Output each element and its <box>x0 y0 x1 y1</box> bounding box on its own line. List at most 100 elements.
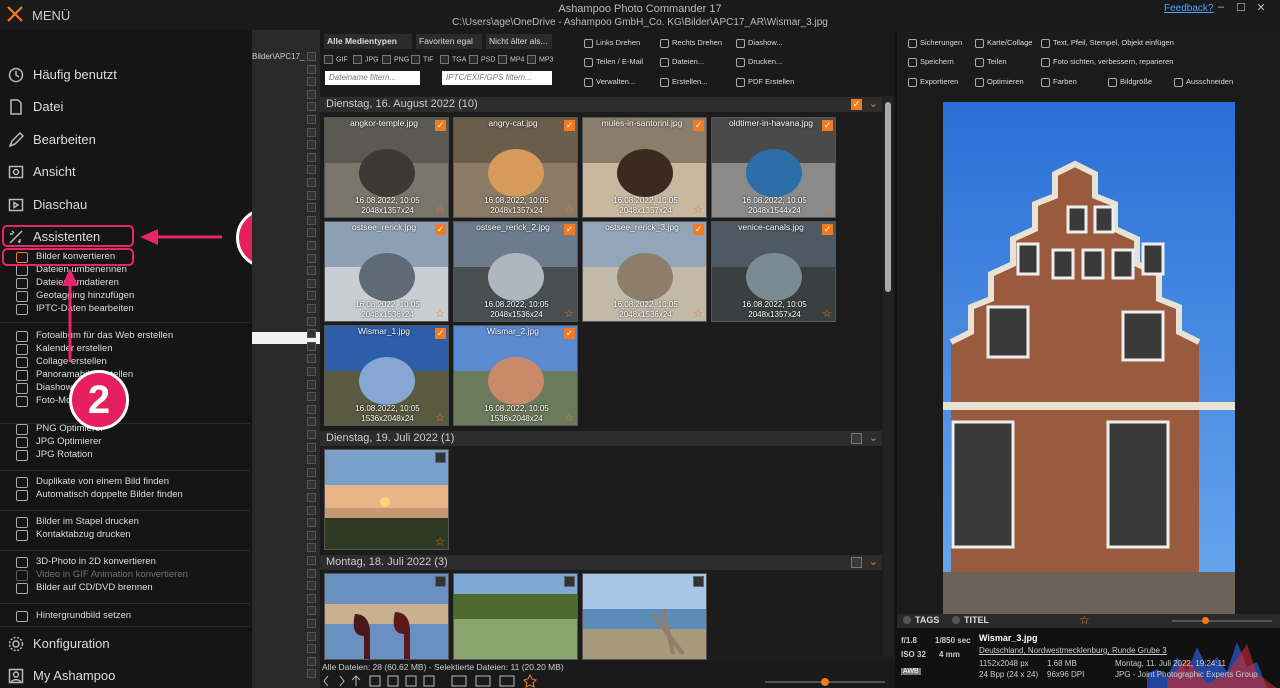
status-toolbar-icons[interactable] <box>322 674 552 688</box>
folder-checkbox[interactable] <box>307 178 316 187</box>
group-checkbox[interactable] <box>851 557 862 568</box>
type-tga[interactable]: TGA <box>440 55 466 64</box>
favorite-star-icon[interactable]: ☆ <box>435 203 445 216</box>
folder-checkbox[interactable] <box>307 417 316 427</box>
assistant-item[interactable]: Bilder im Stapel drucken <box>16 516 246 529</box>
folder-checkbox[interactable] <box>307 341 316 351</box>
type-mp3[interactable]: MP3 <box>527 55 553 64</box>
folder-checkbox[interactable] <box>307 266 316 276</box>
folder-checkbox[interactable] <box>307 115 316 124</box>
thumbnail-checkbox[interactable]: ✓ <box>564 120 575 131</box>
folder-checkbox[interactable] <box>307 568 316 578</box>
image-size-button[interactable]: Bildgröße <box>1108 77 1152 87</box>
favorite-star-icon[interactable]: ☆ <box>822 307 832 320</box>
optimize-button[interactable]: Optimieren <box>975 77 1024 87</box>
assistant-item[interactable]: Duplikate von einem Bild finden <box>16 476 246 489</box>
preview-image[interactable] <box>943 102 1235 614</box>
favorite-star-icon[interactable]: ☆ <box>564 203 574 216</box>
favorite-star-icon[interactable]: ☆ <box>435 411 445 424</box>
folder-checkbox[interactable] <box>307 669 316 679</box>
assistant-item[interactable]: JPG Rotation <box>16 449 246 462</box>
thumb-lagoon[interactable] <box>453 573 578 660</box>
share-email-button[interactable]: Teilen / E-Mail <box>584 57 643 67</box>
zoom-slider[interactable] <box>765 678 885 686</box>
thumbnail[interactable]: ostsee_rerick_3.jpg 16.08.2022, 10:05 2048… <box>582 221 707 322</box>
thumbnail-checkbox[interactable]: ✓ <box>564 224 575 235</box>
folder-checkbox[interactable] <box>307 480 316 490</box>
folder-checkbox[interactable] <box>307 530 316 540</box>
folder-checkbox[interactable] <box>307 467 316 477</box>
thumb-wine[interactable] <box>324 573 449 660</box>
thumb-driftwood[interactable] <box>582 573 707 660</box>
menu-ansicht[interactable]: Ansicht <box>0 161 250 183</box>
folder-checkbox[interactable] <box>307 329 316 339</box>
folder-checkbox[interactable] <box>307 631 316 641</box>
folder-checkbox[interactable] <box>307 619 316 628</box>
feedback-link[interactable]: Feedback? <box>1164 3 1213 14</box>
filename-filter-input[interactable]: Dateiname filtern... <box>325 71 420 85</box>
age-select[interactable]: Nicht älter als... <box>486 34 552 49</box>
assistant-item[interactable]: Panoramabild erstellen <box>16 369 246 382</box>
thumbnail-checkbox[interactable]: ✓ <box>822 224 833 235</box>
type-mp4[interactable]: MP4 <box>498 55 524 64</box>
map-collage-button[interactable]: Karte/Collage <box>975 38 1032 48</box>
thumb-sunset[interactable]: ☆ <box>324 449 449 550</box>
menu-haeufig[interactable]: Häufig benutzt <box>0 64 250 86</box>
folder-checkbox[interactable] <box>307 152 316 162</box>
thumbnail[interactable]: venice-canals.jpg 16.08.2022, 10:05 2048x1… <box>711 221 836 322</box>
thumbnail-checkbox[interactable]: ✓ <box>693 224 704 235</box>
folder-checkbox[interactable] <box>307 228 316 238</box>
assistant-item[interactable]: Fotoalbum für das Web erstellen <box>16 330 246 343</box>
group-checkbox[interactable] <box>851 433 862 444</box>
folder-checkbox[interactable] <box>307 644 316 654</box>
folder-checkbox[interactable] <box>307 493 316 502</box>
favorite-star-icon[interactable]: ☆ <box>822 203 832 216</box>
menu-my-ashampoo[interactable]: My Ashampoo <box>0 665 250 687</box>
folder-checkbox[interactable] <box>307 442 316 452</box>
assistant-item[interactable]: Diashow erstellen <box>16 382 246 395</box>
files-button[interactable]: Dateien... <box>660 57 704 67</box>
thumbnail-checkbox[interactable]: ✓ <box>435 120 446 131</box>
maximize-button[interactable]: ☐ <box>1232 1 1250 14</box>
assistant-item[interactable]: Dateien umdatieren <box>16 277 246 290</box>
share-button[interactable]: Teilen <box>975 57 1007 67</box>
folder-checkbox[interactable] <box>307 581 316 591</box>
folder-checkbox[interactable] <box>307 556 316 565</box>
folder-checkbox[interactable] <box>307 278 316 288</box>
folder-checkbox[interactable] <box>307 165 316 175</box>
thumbnail[interactable]: oldtimer-in-havana.jpg 16.08.2022, 10:05 2… <box>711 117 836 218</box>
chevron-down-icon[interactable]: ⌄ <box>869 431 878 444</box>
thumbnail-checkbox[interactable]: ✓ <box>564 328 575 339</box>
folder-checkbox[interactable] <box>307 291 316 301</box>
folder-checkbox[interactable] <box>307 89 316 99</box>
backups-button[interactable]: Sicherungen <box>908 38 962 48</box>
assistant-item[interactable]: Foto-Mosaik erstellen <box>16 395 246 408</box>
group-checkbox[interactable]: ✓ <box>851 99 862 110</box>
folder-checkbox[interactable] <box>307 455 316 465</box>
folder-checkbox[interactable] <box>307 140 316 150</box>
folder-checkbox[interactable] <box>307 543 316 553</box>
thumbnail[interactable]: angkor-temple.jpg 16.08.2022, 10:05 2048x1… <box>324 117 449 218</box>
create-button[interactable]: Erstellen... <box>660 77 707 87</box>
export-button[interactable]: Exportieren <box>908 77 958 87</box>
assistant-item[interactable]: Collage erstellen <box>16 356 246 369</box>
folder-checkbox[interactable] <box>307 190 316 200</box>
date-group-header[interactable]: Dienstag, 16. August 2022 (10) ✓ ⌄ <box>320 97 882 112</box>
favorite-star-icon[interactable]: ☆ <box>693 307 703 320</box>
thumbnail-scrollbar[interactable] <box>883 96 893 656</box>
folder-checkbox[interactable] <box>307 404 316 414</box>
folder-checkbox[interactable] <box>307 127 316 137</box>
assistant-item[interactable]: Kontaktabzug drucken <box>16 529 246 542</box>
preview-slider[interactable] <box>1172 617 1272 624</box>
preview-location[interactable]: Deutschland, Nordwestmecklenburg, Runde … <box>979 646 1167 655</box>
menu-konfiguration[interactable]: Konfiguration <box>0 633 250 655</box>
assistant-item[interactable]: 3D-Photo in 2D konvertieren <box>16 556 246 569</box>
rating-star-icon[interactable]: ☆ <box>1079 613 1090 627</box>
chevron-down-icon[interactable]: ⌄ <box>869 97 878 110</box>
favorites-select[interactable]: Favoriten egal <box>416 34 482 49</box>
thumbnail[interactable]: Wismar_1.jpg 16.08.2022, 10:05 1536x2048x2… <box>324 325 449 426</box>
thumbnail[interactable]: mules-in-santorini.jpg 16.08.2022, 10:05 2… <box>582 117 707 218</box>
date-group-header[interactable]: Montag, 18. Juli 2022 (3) ⌄ <box>320 555 882 570</box>
thumbnail-checkbox[interactable]: ✓ <box>435 328 446 339</box>
crop-button[interactable]: Ausschneiden <box>1174 77 1233 87</box>
